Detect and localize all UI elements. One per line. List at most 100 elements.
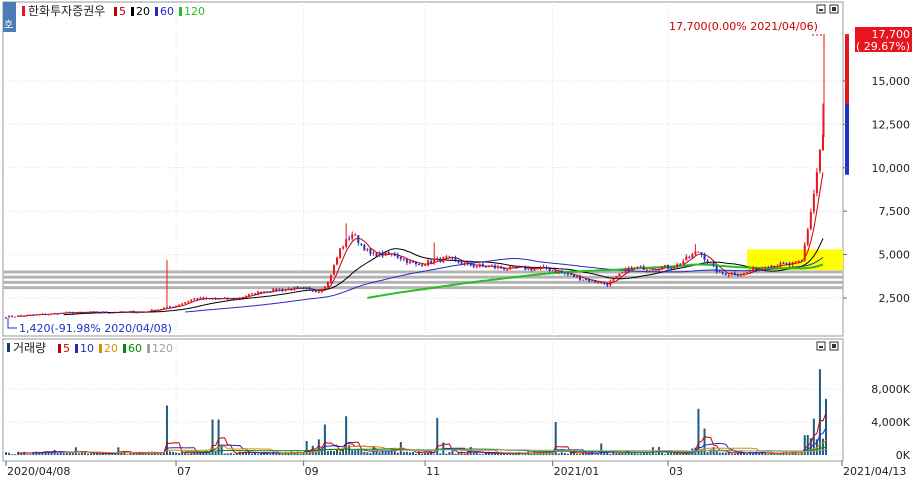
volume-bar xyxy=(299,453,302,455)
candle-body xyxy=(654,269,657,271)
legend-swatch xyxy=(155,7,158,16)
candle-body xyxy=(223,297,226,299)
candle-body xyxy=(345,239,348,247)
candle-body xyxy=(670,267,673,269)
candle-body xyxy=(521,266,524,268)
candle-body xyxy=(509,266,512,270)
candle-body xyxy=(469,262,472,266)
candle-body xyxy=(493,265,496,269)
candle-body xyxy=(767,267,770,269)
legend-swatch xyxy=(75,344,78,353)
volume-bar xyxy=(718,452,721,455)
candle-body xyxy=(506,269,509,271)
volume-bar xyxy=(651,447,654,455)
candle-body xyxy=(123,311,126,313)
volume-bar xyxy=(825,398,827,455)
volume-bar xyxy=(706,452,709,455)
volume-bar xyxy=(159,453,162,455)
candle-body xyxy=(111,312,114,314)
candle-body xyxy=(363,244,366,251)
volume-bar xyxy=(767,453,770,455)
candle-body xyxy=(399,257,402,260)
volume-bar xyxy=(664,454,667,455)
candle-body xyxy=(314,291,317,293)
candle-body xyxy=(749,271,752,273)
candle-body xyxy=(648,269,651,271)
candle-body xyxy=(156,309,159,311)
candle-body xyxy=(402,258,405,260)
candle-body xyxy=(442,256,445,263)
price-tick-label: 7,500 xyxy=(879,205,911,218)
date-tick-label: 09 xyxy=(305,465,319,478)
price-panel-frame xyxy=(2,1,844,337)
candle-body xyxy=(773,266,776,268)
volume-bar xyxy=(679,453,682,455)
volume-bar xyxy=(597,454,600,455)
volume-bar xyxy=(71,452,74,455)
volume-bar xyxy=(405,451,408,455)
candle-body xyxy=(451,257,454,259)
volume-bar xyxy=(281,453,284,455)
candle-body xyxy=(472,265,475,267)
legend-swatch xyxy=(99,344,102,353)
volume-axis: 8,000K 4,000K 0K xyxy=(871,383,910,462)
candle-body xyxy=(569,274,572,276)
volume-bar xyxy=(378,452,381,455)
candle-body xyxy=(421,264,424,266)
candle-body xyxy=(454,257,457,260)
candle-body xyxy=(457,260,460,263)
volume-bar xyxy=(223,453,226,455)
volume-bar xyxy=(506,454,509,455)
last-bar-body xyxy=(845,34,849,104)
candle-body xyxy=(460,262,463,265)
candle-body xyxy=(676,263,679,268)
candle-body xyxy=(664,265,667,267)
candle-body xyxy=(290,288,293,290)
candle-body xyxy=(357,235,360,244)
candle-body xyxy=(226,297,229,300)
candle-body xyxy=(105,311,108,313)
volume-panel-frame xyxy=(2,338,844,462)
volume-bar xyxy=(196,453,199,455)
candle-body xyxy=(114,312,117,314)
candle-body xyxy=(439,258,442,262)
candle-body xyxy=(524,266,527,270)
volume-bar xyxy=(548,453,551,455)
volume-bar xyxy=(126,454,129,455)
volume-bar xyxy=(421,453,424,455)
candle-body xyxy=(329,275,332,283)
candle-body xyxy=(44,313,47,315)
volume-bar xyxy=(363,451,366,455)
candle-body xyxy=(679,263,682,265)
candle-body xyxy=(266,291,269,293)
candle-body xyxy=(202,297,205,299)
candle-body xyxy=(263,291,266,294)
candle-body xyxy=(342,246,345,249)
candle-body xyxy=(405,258,408,263)
volume-bar xyxy=(190,453,193,455)
candle-body xyxy=(326,281,329,288)
candle-body xyxy=(217,298,220,300)
candle-body xyxy=(17,315,20,317)
candle-body xyxy=(597,282,600,284)
candle-body xyxy=(739,274,742,276)
volume-bar xyxy=(369,453,372,455)
candle-body xyxy=(220,298,223,300)
candle-body xyxy=(797,260,800,262)
candle-body xyxy=(618,273,621,277)
candle-body xyxy=(375,253,378,258)
candle-body xyxy=(815,172,818,194)
candle-body xyxy=(126,311,129,313)
chart-canvas[interactable]: 15,000 12,500 10,000 7,500 5,000 2,500 8,000K… xyxy=(0,0,912,479)
ma-legend-label: 20 xyxy=(136,5,150,18)
candle-body xyxy=(733,272,736,276)
volume-bar xyxy=(26,454,29,455)
volume-bar xyxy=(788,453,791,455)
candle-body xyxy=(788,263,791,266)
candle-body xyxy=(175,305,178,308)
candle-body xyxy=(433,259,436,263)
volume-bar xyxy=(764,453,767,455)
candle-body xyxy=(518,266,521,268)
candle-body xyxy=(752,267,755,272)
volume-bar xyxy=(90,453,93,455)
